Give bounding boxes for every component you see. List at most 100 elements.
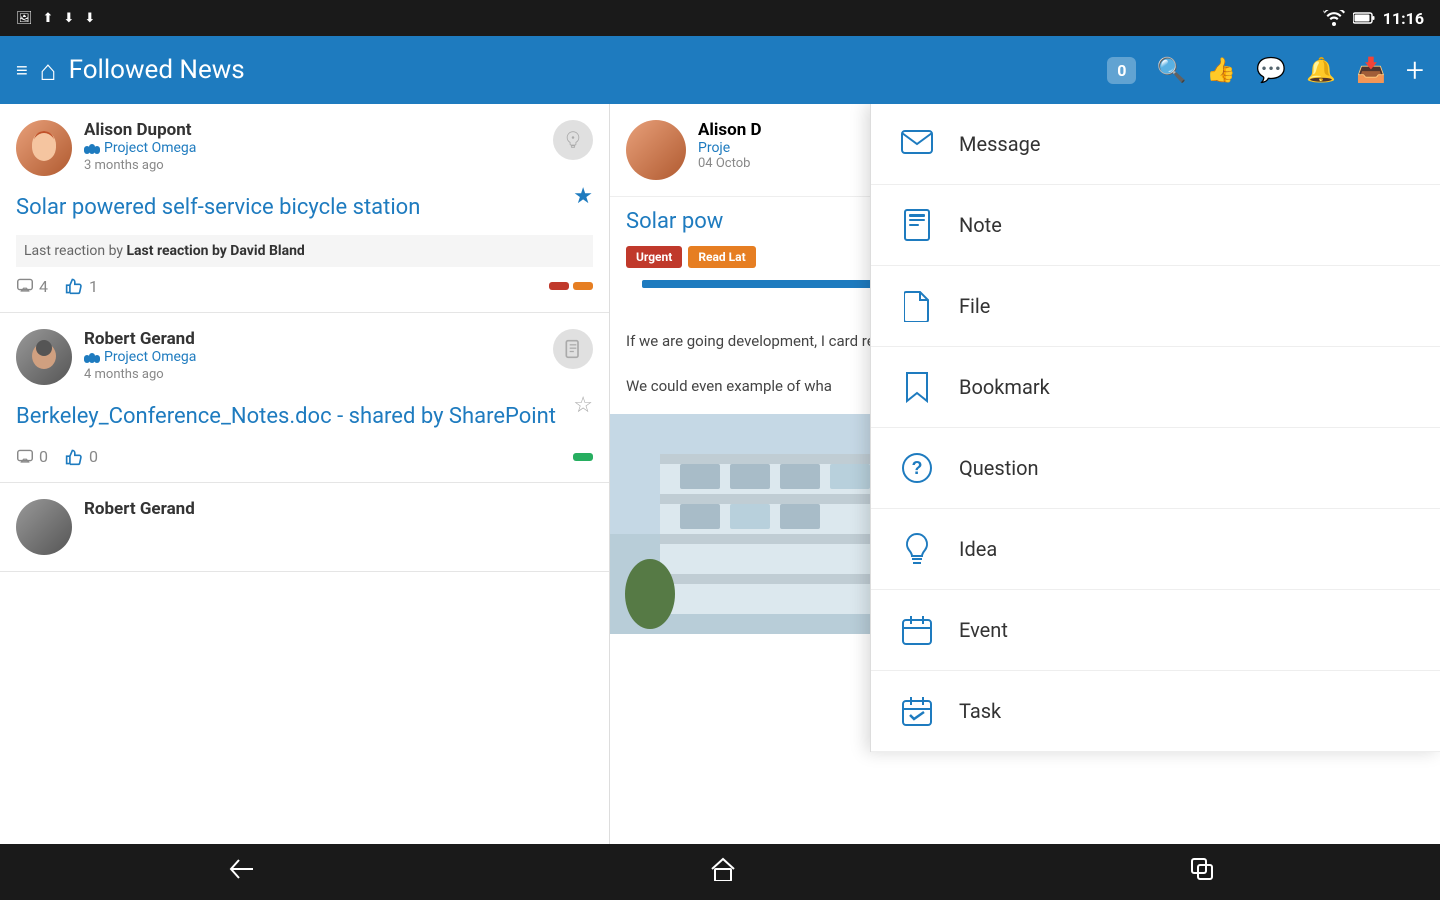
tag-red-1 — [549, 282, 569, 290]
reaction-1: Last reaction by Last reaction by David … — [16, 235, 593, 267]
news-footer-2: 0 0 — [16, 447, 593, 466]
people-icon-1 — [84, 142, 100, 154]
event-icon — [895, 608, 939, 652]
status-bar: 🖼 ⬆ ⬇ ⬇ 11:16 — [0, 0, 1440, 36]
people-icon-2 — [84, 351, 100, 363]
author-name-2: Robert Gerand — [84, 329, 541, 349]
idea-icon — [895, 527, 939, 571]
like-count-icon-2 — [64, 448, 84, 466]
message-label: Message — [959, 132, 1040, 156]
file-label: File — [959, 294, 990, 318]
battery-icon — [1353, 12, 1375, 24]
news-item-meta-1: Alison Dupont Project Omega 3 months ago — [84, 120, 541, 173]
message-icon — [895, 122, 939, 166]
recent-apps-button[interactable] — [1191, 858, 1213, 886]
time-display: 11:16 — [1383, 9, 1424, 28]
author-name-1: Alison Dupont — [84, 120, 541, 140]
avatar-robert-2 — [16, 499, 72, 555]
bell-icon[interactable]: 🔔 — [1306, 56, 1336, 84]
menu-item-idea[interactable]: Idea — [871, 509, 1440, 590]
bookmark-icon — [895, 365, 939, 409]
comment-icon[interactable]: 💬 — [1256, 56, 1286, 84]
menu-item-bookmark[interactable]: Bookmark — [871, 347, 1440, 428]
menu-item-file[interactable]: File — [871, 266, 1440, 347]
event-label: Event — [959, 618, 1008, 642]
menu-item-note[interactable]: Note — [871, 185, 1440, 266]
tag-orange-1 — [573, 282, 593, 290]
file-icon — [895, 284, 939, 328]
comment-stat-1: 4 — [16, 277, 48, 296]
bookmark-label: Bookmark — [959, 375, 1050, 399]
nav-bar: ≡ ⌂ Followed News 0 🔍 👍 💬 🔔 📥 + — [0, 36, 1440, 104]
idea-label: Idea — [959, 537, 997, 561]
avatar-face-alison — [24, 123, 64, 173]
article-project: Proje — [698, 140, 762, 156]
star-icon-2[interactable]: ☆ — [573, 393, 593, 418]
nav-title: Followed News — [69, 55, 245, 85]
star-icon-1[interactable]: ★ — [573, 184, 593, 209]
news-title-2[interactable]: Berkeley_Conference_Notes.doc - shared b… — [16, 403, 556, 432]
news-footer-1: 4 1 — [16, 277, 593, 296]
like-count-icon-1 — [64, 277, 84, 295]
file-action-icon — [563, 339, 583, 359]
comment-stat-2: 0 — [16, 447, 48, 466]
dropdown-menu: Message Note — [870, 104, 1440, 752]
tag-read-later: Read Lat — [688, 246, 755, 268]
question-label: Question — [959, 456, 1039, 480]
article-meta: Alison D Proje 04 Octob — [698, 120, 762, 171]
note-icon — [895, 203, 939, 247]
task-icon — [895, 689, 939, 733]
menu-item-event[interactable]: Event — [871, 590, 1440, 671]
author-name-3: Robert Gerand — [84, 499, 593, 519]
download-status-icon: ⬇ — [63, 11, 74, 26]
avatar-robert — [16, 329, 72, 385]
time-2: 4 months ago — [84, 367, 541, 382]
avatar-face-robert — [24, 332, 64, 382]
action-icon-1[interactable] — [553, 120, 593, 160]
tags-2 — [573, 453, 593, 461]
svg-text:?: ? — [912, 458, 923, 478]
wifi-icon — [1323, 10, 1345, 26]
search-icon[interactable]: 🔍 — [1156, 56, 1186, 84]
news-item-3[interactable]: Robert Gerand — [0, 483, 609, 572]
like-stat-1: 1 — [64, 277, 98, 296]
lightbulb-icon — [563, 130, 583, 150]
news-item-meta-3: Robert Gerand — [84, 499, 593, 519]
article-author: Alison D — [698, 120, 762, 140]
menu-item-question[interactable]: ? Question — [871, 428, 1440, 509]
tag-green-2 — [573, 453, 593, 461]
article-date: 04 Octob — [698, 156, 762, 171]
news-item-meta-2: Robert Gerand Project Omega 4 months ago — [84, 329, 541, 382]
menu-item-task[interactable]: Task — [871, 671, 1440, 752]
article-detail: Alison D Proje 04 Octob Solar pow Urgent… — [610, 104, 1440, 844]
like-icon[interactable]: 👍 — [1206, 56, 1236, 84]
news-item-1[interactable]: Alison Dupont Project Omega 3 months ago… — [0, 104, 609, 313]
menu-item-message[interactable]: Message — [871, 104, 1440, 185]
project-2: Project Omega — [84, 349, 541, 365]
back-button[interactable] — [227, 858, 255, 886]
recent-icon — [1191, 858, 1213, 880]
like-stat-2: 0 — [64, 447, 98, 466]
home-button[interactable] — [710, 857, 736, 887]
add-icon[interactable]: + — [1406, 51, 1424, 89]
action-icon-2[interactable] — [553, 329, 593, 369]
badge-count[interactable]: 0 — [1107, 57, 1136, 84]
inbox-icon[interactable]: 📥 — [1356, 56, 1386, 84]
time-1: 3 months ago — [84, 158, 541, 173]
comment-count-icon-1 — [16, 278, 34, 294]
note-label: Note — [959, 213, 1002, 237]
home-nav-icon — [710, 857, 736, 881]
status-icons-right: 11:16 — [1323, 9, 1424, 28]
download2-status-icon: ⬇ — [84, 11, 95, 26]
hamburger-icon[interactable]: ≡ — [16, 58, 28, 83]
bottom-bar — [0, 844, 1440, 900]
news-title-1[interactable]: Solar powered self-service bicycle stati… — [16, 194, 420, 223]
main-content: Alison Dupont Project Omega 3 months ago… — [0, 104, 1440, 844]
upload-status-icon: ⬆ — [43, 11, 54, 26]
status-icons-left: 🖼 ⬆ ⬇ ⬇ — [16, 11, 95, 26]
news-item-2[interactable]: Robert Gerand Project Omega 4 months ago… — [0, 313, 609, 484]
image-status-icon: 🖼 — [16, 11, 33, 26]
task-label: Task — [959, 699, 1001, 723]
tags-1 — [549, 282, 593, 290]
home-icon[interactable]: ⌂ — [40, 54, 57, 87]
